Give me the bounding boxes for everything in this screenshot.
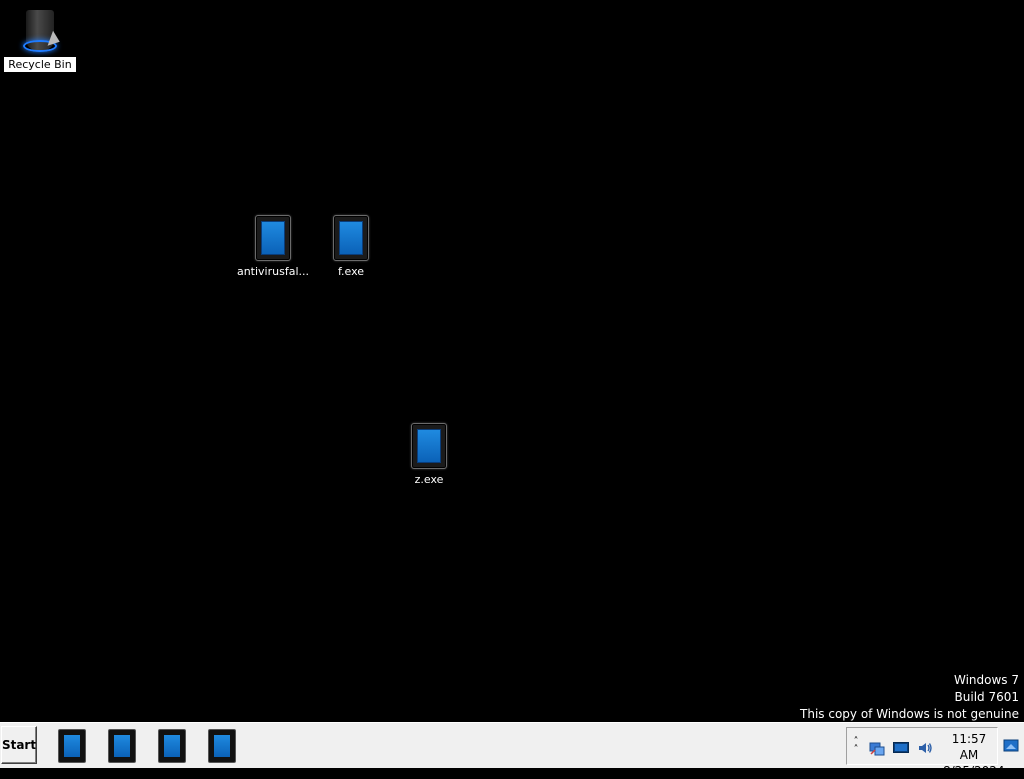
desktop-icon-label: antivirusfal...: [236, 265, 310, 278]
start-button[interactable]: Start: [1, 726, 37, 764]
taskbar-app-1[interactable]: [58, 729, 86, 763]
desktop-icon-z-exe[interactable]: z.exe: [391, 423, 467, 486]
recycle-bin-shortcut[interactable]: Recycle Bin: [3, 6, 77, 73]
exe-icon: [411, 423, 447, 469]
watermark-os: Windows 7: [953, 673, 1019, 687]
taskbar-app-3[interactable]: [158, 729, 186, 763]
tray-clock[interactable]: 11:57 AM 8/25/2024: [943, 731, 1005, 779]
exe-icon: [114, 735, 130, 757]
exe-icon: [164, 735, 180, 757]
taskbar-app-4[interactable]: [208, 729, 236, 763]
display-icon[interactable]: [893, 740, 909, 754]
watermark-build: Build 7601: [954, 690, 1019, 704]
taskbar-app-2[interactable]: [108, 729, 136, 763]
system-tray: ˄ ˄ 11:57 AM 8/25/2024: [846, 727, 1005, 778]
recycle-bin-label[interactable]: Recycle Bin: [3, 56, 77, 73]
recycle-bin-icon: [16, 6, 64, 54]
clock-date: 8/25/2024: [943, 764, 1005, 778]
watermark-genuine-notice: This copy of Windows is not genuine: [800, 707, 1019, 721]
show-hidden-icons-chevron-icon[interactable]: ˄ ˄: [850, 737, 862, 755]
windows-watermark: Windows 7 Build 7601 This copy of Window…: [800, 672, 1019, 723]
show-desktop-button[interactable]: [1000, 729, 1022, 763]
show-desktop-icon: [1003, 739, 1019, 752]
volume-icon[interactable]: [917, 740, 933, 754]
exe-icon: [255, 215, 291, 261]
desktop-icon-label: z.exe: [414, 473, 444, 486]
exe-icon: [64, 735, 80, 757]
desktop-icon-f-exe[interactable]: f.exe: [313, 215, 389, 278]
desktop-icon-label: f.exe: [337, 265, 365, 278]
exe-icon: [214, 735, 230, 757]
desktop[interactable]: Recycle Bin antivirusfal... f.exe z.exe …: [0, 0, 1024, 722]
clock-time: 11:57 AM: [951, 732, 987, 762]
desktop-icon-antivirus[interactable]: antivirusfal...: [235, 215, 311, 278]
network-icon[interactable]: [869, 740, 885, 756]
taskbar: Start ˄ ˄ 11:57 AM 8/25/2024: [0, 722, 1024, 778]
exe-icon: [333, 215, 369, 261]
